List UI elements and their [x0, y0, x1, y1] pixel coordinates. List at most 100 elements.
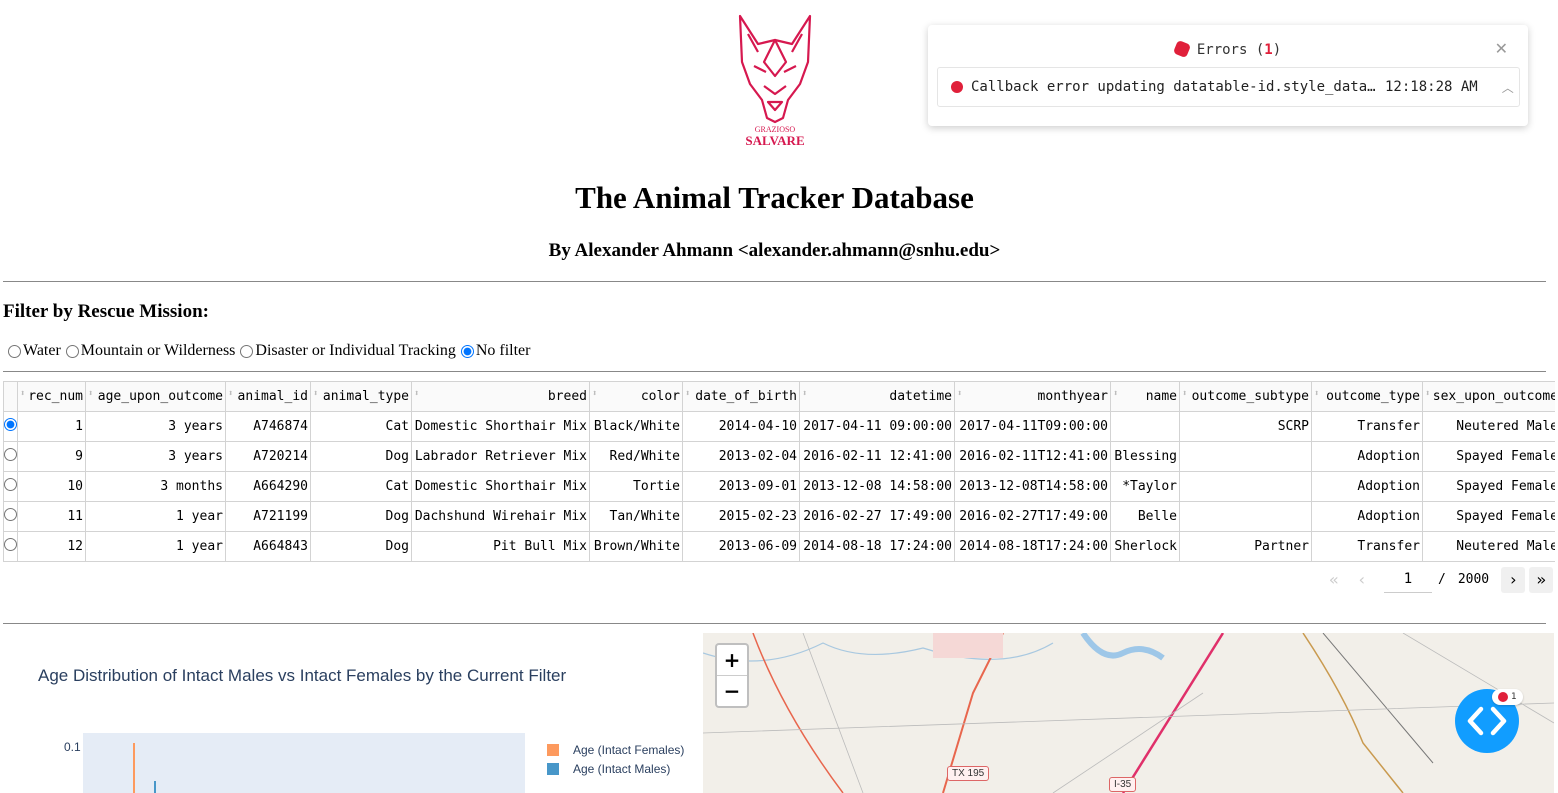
column-header-monthyear[interactable]: ⬍ monthyear: [954, 381, 1111, 412]
table-cell-animal-id[interactable]: A664290: [225, 471, 311, 502]
zoom-in-button[interactable]: +: [717, 645, 747, 676]
sort-icon[interactable]: ⬍: [313, 389, 318, 399]
radio-mountain[interactable]: [65, 344, 79, 358]
table-cell-date-of-birth[interactable]: 2013-02-04: [682, 441, 800, 472]
row-select-radio[interactable]: [4, 538, 17, 551]
filter-option-disaster[interactable]: Disaster or Individual Tracking: [238, 342, 456, 360]
table-cell-datetime[interactable]: 2013-12-08 14:58:00: [799, 471, 955, 502]
first-page-button[interactable]: «: [1322, 567, 1346, 593]
table-cell-sex-upon-outcome[interactable]: Neutered Male: [1422, 411, 1555, 442]
table-cell-name[interactable]: [1110, 411, 1180, 442]
sort-icon[interactable]: ⬍: [228, 389, 233, 399]
table-cell-datetime[interactable]: 2017-04-11 09:00:00: [799, 411, 955, 442]
table-cell-name[interactable]: Sherlock: [1110, 531, 1180, 562]
table-cell-outcome-type[interactable]: Adoption: [1311, 471, 1423, 502]
column-header-rec-num[interactable]: ⬍ rec_num: [17, 381, 86, 412]
table-cell-color[interactable]: Black/White: [589, 411, 683, 442]
table-cell-breed[interactable]: Labrador Retriever Mix: [411, 441, 590, 472]
table-cell-monthyear[interactable]: 2014-08-18T17:24:00: [954, 531, 1111, 562]
column-header-outcome-subtype[interactable]: ⬍ outcome_subtype: [1179, 381, 1312, 412]
chevron-up-icon[interactable]: ︿: [1502, 79, 1514, 96]
table-cell-color[interactable]: Tortie: [589, 471, 683, 502]
sort-icon[interactable]: ⬍: [1425, 389, 1430, 399]
table-cell-datetime[interactable]: 2014-08-18 17:24:00: [799, 531, 955, 562]
column-header-animal-id[interactable]: ⬍ animal_id: [225, 381, 311, 412]
next-page-button[interactable]: ›: [1501, 566, 1526, 593]
table-cell-outcome-subtype[interactable]: [1179, 471, 1312, 502]
table-cell-outcome-type[interactable]: Transfer: [1311, 531, 1423, 562]
table-cell-sex-upon-outcome[interactable]: Neutered Male: [1422, 531, 1555, 562]
table-cell-outcome-subtype[interactable]: [1179, 441, 1312, 472]
table-cell-date-of-birth[interactable]: 2015-02-23: [682, 501, 800, 532]
sort-icon[interactable]: ⬍: [685, 389, 690, 399]
table-cell-outcome-type[interactable]: Transfer: [1311, 411, 1423, 442]
table-cell-rec-num[interactable]: 12: [17, 531, 86, 562]
zoom-out-button[interactable]: −: [717, 676, 747, 706]
row-select-radio[interactable]: [4, 508, 17, 521]
table-cell-name[interactable]: Blessing: [1110, 441, 1180, 472]
column-header-name[interactable]: ⬍ name: [1110, 381, 1180, 412]
column-header-color[interactable]: ⬍ color: [589, 381, 683, 412]
table-cell-name[interactable]: Belle: [1110, 501, 1180, 532]
table-cell-breed[interactable]: Domestic Shorthair Mix: [411, 411, 590, 442]
table-cell-rec-num[interactable]: 10: [17, 471, 86, 502]
table-cell-breed[interactable]: Pit Bull Mix: [411, 531, 590, 562]
table-cell-animal-id[interactable]: A746874: [225, 411, 311, 442]
table-cell-sex-upon-outcome[interactable]: Spayed Female: [1422, 501, 1555, 532]
table-cell-breed[interactable]: Dachshund Wirehair Mix: [411, 501, 590, 532]
radio-no-filter[interactable]: [460, 344, 474, 358]
last-page-button[interactable]: »: [1529, 566, 1554, 593]
table-cell-outcome-subtype[interactable]: Partner: [1179, 531, 1312, 562]
table-cell-sex-upon-outcome[interactable]: Spayed Female: [1422, 471, 1555, 502]
column-header-date-of-birth[interactable]: ⬍ date_of_birth: [682, 381, 800, 412]
sort-icon[interactable]: ⬍: [1113, 389, 1118, 399]
column-header-age-upon-outcome[interactable]: ⬍ age_upon_outcome: [85, 381, 226, 412]
table-cell-age-upon-outcome[interactable]: 3 months: [85, 471, 226, 502]
radio-disaster[interactable]: [240, 344, 254, 358]
table-cell-monthyear[interactable]: 2017-04-11T09:00:00: [954, 411, 1111, 442]
table-cell-name[interactable]: *Taylor: [1110, 471, 1180, 502]
table-cell-animal-id[interactable]: A664843: [225, 531, 311, 562]
filter-option-mountain[interactable]: Mountain or Wilderness: [64, 342, 235, 360]
table-cell-date-of-birth[interactable]: 2013-06-09: [682, 531, 800, 562]
column-header-datetime[interactable]: ⬍ datetime: [799, 381, 955, 412]
table-cell-age-upon-outcome[interactable]: 1 year: [85, 531, 226, 562]
table-cell-color[interactable]: Tan/White: [589, 501, 683, 532]
table-cell-age-upon-outcome[interactable]: 3 years: [85, 441, 226, 472]
table-cell-age-upon-outcome[interactable]: 1 year: [85, 501, 226, 532]
table-cell-outcome-subtype[interactable]: SCRP: [1179, 411, 1312, 442]
table-cell-rec-num[interactable]: 9: [17, 441, 86, 472]
sort-icon[interactable]: ⬍: [1182, 389, 1187, 399]
filter-option-no-filter[interactable]: No filter: [459, 342, 530, 360]
table-cell-monthyear[interactable]: 2016-02-27T17:49:00: [954, 501, 1111, 532]
table-cell-outcome-type[interactable]: Adoption: [1311, 441, 1423, 472]
table-cell-outcome-type[interactable]: Adoption: [1311, 501, 1423, 532]
sort-icon[interactable]: ⬍: [414, 389, 419, 399]
table-cell-outcome-subtype[interactable]: [1179, 501, 1312, 532]
table-cell-rec-num[interactable]: 11: [17, 501, 86, 532]
table-cell-monthyear[interactable]: 2016-02-11T12:41:00: [954, 441, 1111, 472]
legend-item-females[interactable]: Age (Intact Females): [547, 740, 684, 759]
previous-page-button[interactable]: ‹: [1350, 567, 1374, 593]
row-select-radio[interactable]: [4, 448, 17, 461]
geolocation-map[interactable]: TX 195 I-35 + −: [703, 633, 1554, 793]
table-cell-color[interactable]: Red/White: [589, 441, 683, 472]
table-cell-animal-id[interactable]: A721199: [225, 501, 311, 532]
table-cell-color[interactable]: Brown/White: [589, 531, 683, 562]
row-select-radio[interactable]: [4, 418, 17, 431]
column-header-animal-type[interactable]: ⬍ animal_type: [310, 381, 412, 412]
sort-icon[interactable]: ⬍: [592, 389, 597, 399]
filter-option-water[interactable]: Water: [6, 342, 61, 360]
table-cell-datetime[interactable]: 2016-02-11 12:41:00: [799, 441, 955, 472]
table-cell-datetime[interactable]: 2016-02-27 17:49:00: [799, 501, 955, 532]
table-cell-date-of-birth[interactable]: 2014-04-10: [682, 411, 800, 442]
table-cell-animal-type[interactable]: Dog: [310, 441, 412, 472]
page-number-input[interactable]: [1384, 566, 1432, 593]
table-cell-animal-type[interactable]: Cat: [310, 411, 412, 442]
sort-icon[interactable]: ⬍: [957, 389, 962, 399]
sort-icon[interactable]: ⬍: [88, 389, 93, 399]
error-item[interactable]: Callback error updating datatable-id.sty…: [937, 67, 1520, 107]
radio-water[interactable]: [8, 344, 21, 358]
column-header-breed[interactable]: ⬍ breed: [411, 381, 590, 412]
table-cell-age-upon-outcome[interactable]: 3 years: [85, 411, 226, 442]
